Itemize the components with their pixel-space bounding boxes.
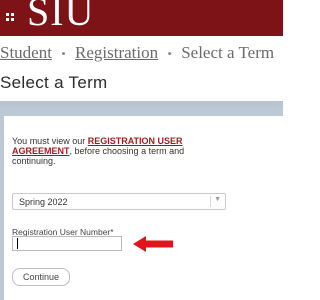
text-cursor xyxy=(17,238,18,249)
menu-grid-icon[interactable] xyxy=(6,13,14,21)
chevron-down-icon[interactable]: ▼ xyxy=(214,196,221,203)
continue-button[interactable]: Continue xyxy=(12,268,70,286)
breadcrumb-separator: • xyxy=(167,46,172,61)
breadcrumb-separator: • xyxy=(61,46,66,61)
breadcrumb-registration[interactable]: Registration xyxy=(75,43,158,62)
breadcrumb: Student • Registration • Select a Term xyxy=(0,40,283,66)
page-title: Select a Term xyxy=(0,73,108,92)
term-select-value: Spring 2022 xyxy=(19,197,68,207)
term-select[interactable]: Spring 2022 ▼ xyxy=(12,193,226,210)
registration-number-input[interactable] xyxy=(12,236,122,251)
select-divider xyxy=(210,196,211,207)
agreement-notice: You must view our REGISTRATION USER AGRE… xyxy=(12,136,212,166)
breadcrumb-student[interactable]: Student xyxy=(0,43,52,62)
breadcrumb-current: Select a Term xyxy=(181,43,275,62)
notice-prefix: You must view our xyxy=(12,136,88,146)
siu-logo[interactable]: SIU xyxy=(27,0,94,32)
top-bar: SIU xyxy=(0,0,283,36)
red-arrow-left-icon xyxy=(133,236,173,252)
